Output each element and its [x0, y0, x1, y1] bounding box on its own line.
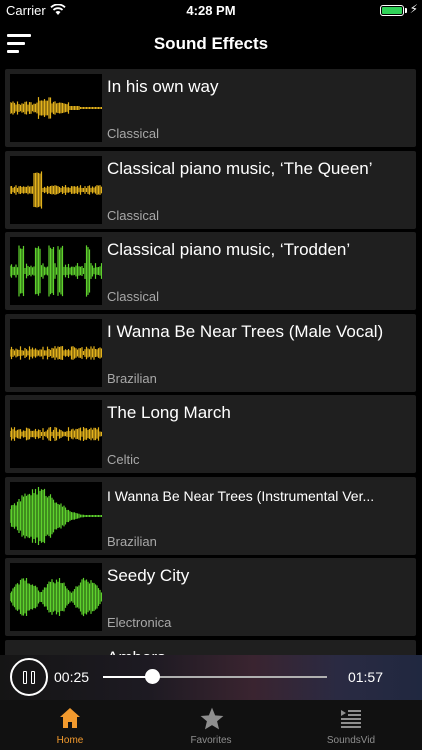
- status-bar: Carrier 4:28 PM ⚡: [0, 0, 422, 22]
- track-title: I Wanna Be Near Trees (Instrumental Ver.…: [107, 487, 375, 504]
- tab-bar: Home Favorites SoundsVid: [0, 700, 422, 750]
- waveform-thumbnail: [10, 74, 102, 142]
- current-time: 00:25: [54, 669, 90, 685]
- tab-soundsvid[interactable]: SoundsVid: [281, 700, 421, 750]
- home-icon: [60, 708, 80, 728]
- waveform-thumbnail: [10, 155, 102, 224]
- charging-icon: ⚡: [409, 2, 418, 16]
- track-genre: Celtic: [107, 452, 140, 467]
- track-title: Classical piano music, ‘Trodden’: [107, 240, 351, 259]
- track-row[interactable]: Classical piano music, ‘Trodden’ Classica…: [5, 232, 416, 310]
- track-row[interactable]: Seedy City Electronica: [5, 558, 416, 636]
- track-row[interactable]: I Wanna Be Near Trees (Instrumental Ver.…: [5, 476, 416, 555]
- track-genre: Classical: [107, 289, 160, 304]
- track-genre: Classical: [107, 207, 160, 223]
- track-genre: Electronica: [107, 615, 172, 630]
- star-icon: [200, 707, 224, 730]
- waveform-thumbnail: [10, 400, 102, 468]
- track-row[interactable]: I Wanna Be Near Trees (Male Vocal) Brazil…: [5, 313, 416, 392]
- track-list[interactable]: In his own way Classical Classical piano m…: [0, 67, 422, 657]
- track-row[interactable]: The Long March Celtic: [5, 395, 416, 473]
- mini-player: 00:25 01:57: [0, 655, 422, 700]
- track-row[interactable]: Classical piano music, ‘The Queen’ Classi…: [5, 150, 416, 229]
- waveform-thumbnail: [10, 237, 102, 305]
- page-title: Sound Effects: [153, 34, 269, 53]
- tab-favorites-label: Favorites: [190, 735, 232, 746]
- clock: 4:28 PM: [186, 3, 236, 18]
- video-list-icon: [341, 710, 361, 728]
- track-genre: Brazilian: [107, 533, 157, 549]
- navigation-bar: Sound Effects: [0, 22, 422, 66]
- progress-handle[interactable]: [144, 669, 160, 684]
- total-time: 01:57: [347, 669, 383, 685]
- track-title: In his own way: [107, 77, 219, 96]
- waveform-thumbnail: [10, 318, 102, 387]
- track-title: The Long March: [107, 403, 231, 422]
- track-row[interactable]: In his own way Classical: [5, 69, 416, 147]
- tab-favorites[interactable]: Favorites: [141, 700, 281, 750]
- pause-icon: [23, 671, 27, 684]
- tab-soundsvid-label: SoundsVid: [326, 735, 376, 746]
- battery-icon: [380, 5, 404, 16]
- waveform-thumbnail: [10, 481, 102, 550]
- progress-slider[interactable]: [103, 676, 327, 678]
- tab-home-label: Home: [56, 735, 84, 746]
- track-title: Seedy City: [107, 566, 190, 585]
- track-genre: Classical: [107, 126, 160, 141]
- track-genre: Brazilian: [107, 370, 157, 386]
- tab-home[interactable]: Home: [0, 700, 140, 750]
- pause-icon-bar: [31, 671, 35, 684]
- battery-tip: [405, 8, 407, 13]
- track-title: I Wanna Be Near Trees (Male Vocal): [107, 321, 384, 341]
- track-title: Classical piano music, ‘The Queen’: [107, 158, 373, 178]
- pause-button[interactable]: [10, 658, 48, 696]
- waveform-thumbnail: [10, 563, 102, 631]
